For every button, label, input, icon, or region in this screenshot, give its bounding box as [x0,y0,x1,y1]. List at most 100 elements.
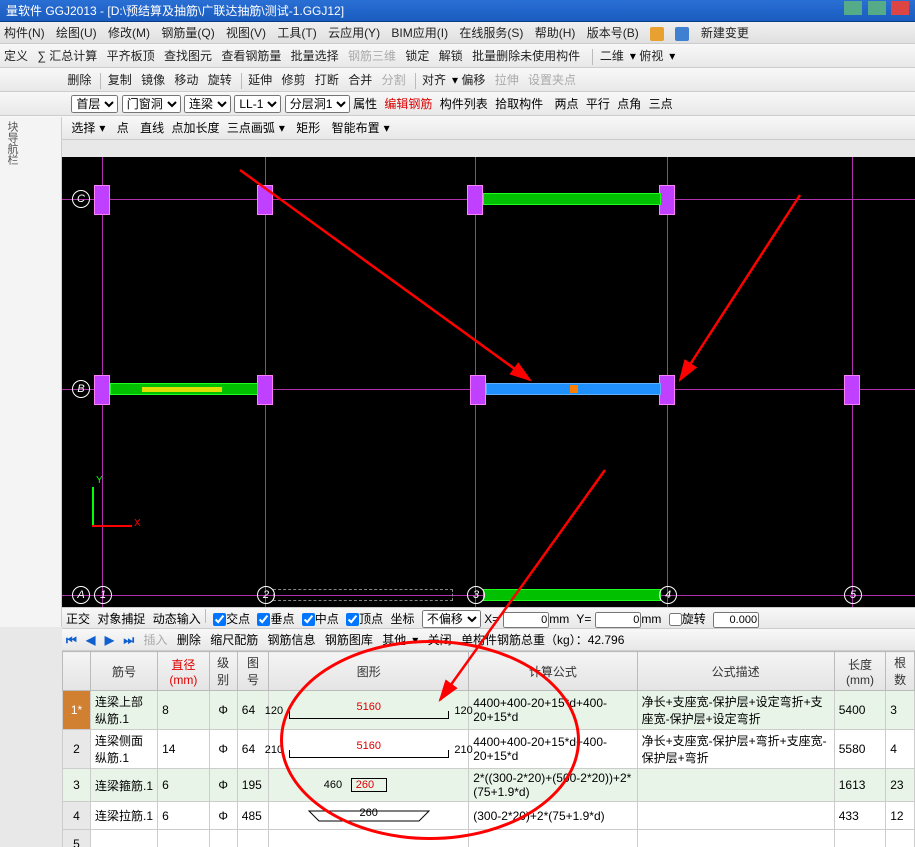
btn-fz[interactable]: 复制 [108,68,132,92]
cell-cd[interactable]: 1613 [834,769,885,802]
rot-input[interactable] [713,612,759,628]
btn-yd[interactable]: 移动 [174,68,198,92]
btn-close[interactable]: 关闭 [428,633,452,647]
row-index[interactable]: 4 [63,802,91,830]
cell-shape[interactable]: 1205160120 [269,691,469,730]
cell-cd[interactable]: 5580 [834,730,885,769]
cell-jh[interactable]: 连梁上部纵筋.1 [91,691,158,730]
inst-select[interactable]: LL-1 [234,95,281,113]
btn-dy[interactable]: 定义 [4,44,28,68]
cell-jb[interactable]: Φ [209,769,237,802]
cell-jsgs[interactable]: 4400+400-20+15*d+400-20+15*d [469,730,637,769]
btn-plxz[interactable]: 批量选择 [291,44,339,68]
menu-zx[interactable]: 在线服务(S) [459,26,523,40]
btn-dj[interactable]: 点角 [617,97,641,111]
cell-jsgs[interactable]: (300-2*20)+2*(75+1.9*d) [469,802,637,830]
table-row[interactable]: 1* 连梁上部纵筋.1 8 Φ 64 1205160120 4400+400-2… [63,691,915,730]
column[interactable] [844,375,860,405]
cell-zj[interactable]: 14 [158,730,209,769]
cell-jb[interactable]: Φ [209,730,237,769]
cell-gsms[interactable]: 净长+支座宽-保护层+弯折+支座宽-保护层+弯折 [637,730,834,769]
btn-select[interactable]: 选择 [71,121,95,135]
beam-yellow[interactable] [142,387,222,392]
cell-zj[interactable]: 6 [158,802,209,830]
btn-znbz[interactable]: 智能布置 [332,121,380,135]
column[interactable] [659,185,675,215]
btn-tqgj[interactable]: 拾取构件 [495,97,543,111]
table-row[interactable]: 2 连梁侧面纵筋.1 14 Φ 64 2105160210 4400+400-2… [63,730,915,769]
btn-fs[interactable]: 俯视 [639,44,663,68]
dropdown-icon[interactable]: ▾ [412,633,418,647]
th-jh[interactable]: 筋号 [91,652,158,691]
type-select[interactable]: 连梁 [184,95,231,113]
next-icon[interactable]: ▶ [105,633,114,647]
btn-ys[interactable]: 延伸 [248,68,272,92]
prev-icon[interactable]: ◀ [86,633,95,647]
last-icon[interactable]: ⏭ [123,633,134,647]
menu-st[interactable]: 视图(V) [226,26,266,40]
btn-spj[interactable]: 缩尺配筋 [210,633,258,647]
menu-bz[interactable]: 帮助(H) [535,26,576,40]
cell-gs[interactable]: 4 [886,730,915,769]
snap-dtsr[interactable]: 动态输入 [153,612,201,626]
dropdown-icon[interactable]: ▾ [630,49,636,63]
column[interactable] [257,375,273,405]
cell-jh[interactable]: 连梁拉筋.1 [91,802,158,830]
cell-jh[interactable]: 连梁箍筋.1 [91,769,158,802]
table-row[interactable]: 5 [63,830,915,847]
cell-gs[interactable]: 23 [886,769,915,802]
beam-green[interactable] [483,589,661,601]
cell-th[interactable]: 485 [237,802,268,830]
snap-dxbz[interactable]: 对象捕捉 [97,612,145,626]
chk-cd[interactable] [257,613,270,626]
btn-cxty[interactable]: 查找图元 [164,44,212,68]
cell-gsms[interactable]: 净长+支座宽-保护层+设定弯折+支座宽-保护层+设定弯折 [637,691,834,730]
menu-bbh[interactable]: 版本号(B) [587,26,639,40]
btn-sx[interactable]: 属性 [353,97,377,111]
cell-gsms[interactable] [637,769,834,802]
btn-ew[interactable]: 二维 [600,44,624,68]
table-row[interactable]: 3 连梁箍筋.1 6 Φ 195 460260 2*((300-2*20)+(5… [63,769,915,802]
cat-select[interactable]: 门窗洞 [122,95,181,113]
column[interactable] [659,375,675,405]
btn-ckgjl[interactable]: 查看钢筋量 [221,44,281,68]
th-tx[interactable]: 图形 [269,652,469,691]
column[interactable] [94,185,110,215]
cell-zj[interactable]: 8 [158,691,209,730]
cell-gs[interactable]: 3 [886,691,915,730]
column[interactable] [94,375,110,405]
btn-dd[interactable]: 打断 [315,68,339,92]
menu-bim[interactable]: BIM应用(I) [391,26,448,40]
y-input[interactable] [595,612,641,628]
th-jsgs[interactable]: 计算公式 [469,652,637,691]
drawing-canvas[interactable]: C B A 1 2 3 4 5 YX [62,157,915,607]
btn-sd3[interactable]: 三点 [649,97,673,111]
dropdown-icon[interactable]: ▾ [669,49,675,63]
btn-ptlen[interactable]: 点加长度 [171,121,219,135]
menu-ht[interactable]: 绘图(U) [56,26,97,40]
chk-jd[interactable] [213,613,226,626]
beam-blue-selected[interactable] [486,383,661,395]
btn-js[interactable]: 解锁 [439,44,463,68]
btn-bjgj[interactable]: 编辑钢筋 [384,97,432,111]
snap-zj[interactable]: 正交 [66,612,90,626]
cell-th[interactable]: 195 [237,769,268,802]
th-cd[interactable]: 长度(mm) [834,652,885,691]
x-input[interactable] [503,612,549,628]
column[interactable] [470,375,486,405]
menu-gj2[interactable]: 工具(T) [277,26,316,40]
th-jb[interactable]: 级别 [209,652,237,691]
btn-py[interactable]: 偏移 [461,68,485,92]
btn-hzjs[interactable]: ∑ 汇总计算 [37,44,97,68]
cell-cd[interactable]: 433 [834,802,885,830]
column[interactable] [467,185,483,215]
snap-zb[interactable]: 坐标 [391,612,415,626]
menu-xg[interactable]: 修改(M) [108,26,150,40]
cell-jh[interactable]: 连梁侧面纵筋.1 [91,730,158,769]
btn-xj[interactable]: 修剪 [282,68,306,92]
btn-point[interactable]: 点 [117,121,129,135]
row-index[interactable]: 2 [63,730,91,769]
btn-xz[interactable]: 旋转 [208,68,232,92]
table-row[interactable]: 4 连梁拉筋.1 6 Φ 485 260 (300-2*20)+2*(75+1.… [63,802,915,830]
btn-3arc[interactable]: 三点画弧 [227,121,275,135]
